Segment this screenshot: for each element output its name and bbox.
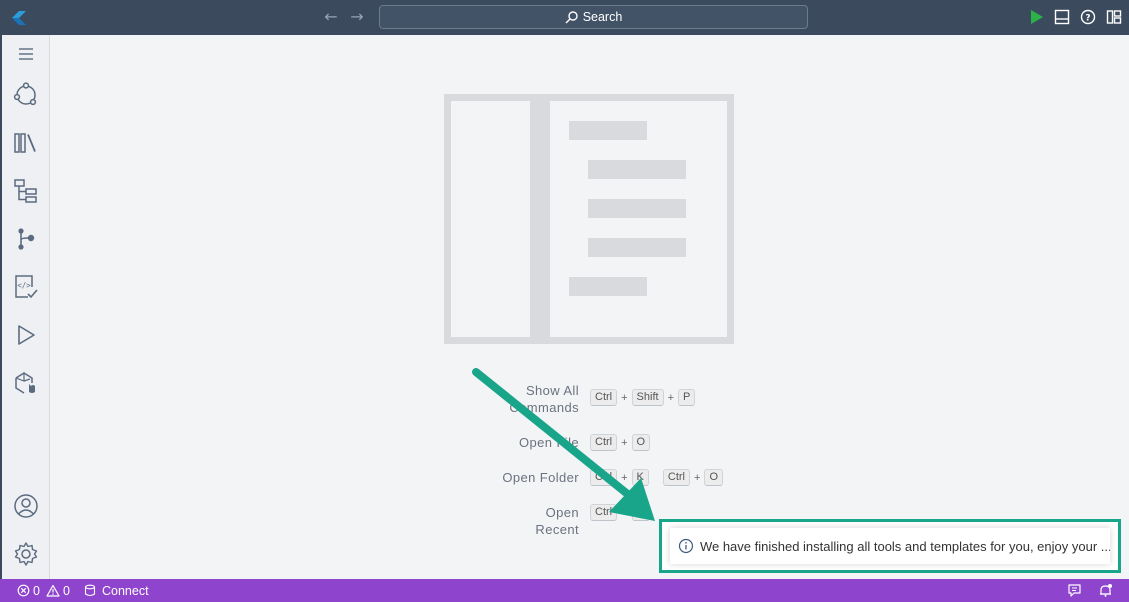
- error-icon: [17, 584, 30, 597]
- database-icon: [84, 584, 96, 597]
- forward-arrow-icon[interactable]: →: [348, 8, 366, 26]
- notification-message: We have finished installing all tools an…: [699, 538, 1110, 554]
- run-icon[interactable]: [1027, 8, 1045, 26]
- svg-text:?: ?: [1085, 14, 1090, 24]
- run-debug-icon[interactable]: [12, 321, 40, 349]
- search-icon: [565, 10, 578, 23]
- help-icon[interactable]: ?: [1079, 8, 1097, 26]
- status-bar: 0 0 Connect: [0, 579, 1129, 602]
- shortcut-label: Open File: [519, 435, 579, 450]
- app-logo-icon: [12, 11, 26, 25]
- shortcut-open-folder: Open Folder Ctrl + K Ctrl + O: [499, 469, 723, 486]
- extensions-icon[interactable]: [12, 369, 40, 397]
- account-icon[interactable]: [12, 492, 40, 520]
- search-box[interactable]: Search: [379, 5, 808, 29]
- key-cap: P: [678, 389, 696, 406]
- settings-gear-icon[interactable]: [12, 540, 40, 568]
- window-edge: [0, 35, 2, 579]
- problems-indicator[interactable]: 0 0: [17, 582, 70, 599]
- shortcut-label: Show All Commands: [509, 383, 579, 415]
- plus-sign: +: [621, 471, 628, 484]
- shortcut-label: Open Recent: [535, 505, 579, 537]
- warning-icon: [46, 584, 60, 597]
- outline-tree-icon[interactable]: [12, 177, 40, 205]
- menu-icon[interactable]: [12, 40, 40, 68]
- activity-bar: </>: [0, 35, 50, 579]
- panel-toggle-icon[interactable]: [1053, 8, 1071, 26]
- feedback-icon[interactable]: [1067, 583, 1082, 598]
- shortcut-label: Open Folder: [502, 470, 579, 485]
- error-count: 0: [33, 583, 40, 598]
- plus-sign: +: [621, 436, 628, 449]
- plus-sign: +: [621, 391, 628, 404]
- project-explorer-icon[interactable]: [12, 81, 40, 109]
- connect-label: Connect: [102, 583, 149, 598]
- library-icon[interactable]: [12, 129, 40, 157]
- plus-sign: +: [694, 471, 701, 484]
- plus-sign: +: [621, 506, 628, 519]
- info-icon: [678, 538, 694, 554]
- shortcut-open-recent: Open Recent Ctrl + R: [499, 504, 650, 538]
- key-cap: O: [704, 469, 723, 486]
- notifications-bell-icon[interactable]: [1098, 583, 1113, 598]
- warning-count: 0: [62, 583, 70, 598]
- notification-toast[interactable]: We have finished installing all tools an…: [670, 528, 1110, 564]
- layout-icon[interactable]: [1105, 8, 1123, 26]
- svg-text:</>: </>: [17, 281, 31, 290]
- source-control-icon[interactable]: [12, 225, 40, 253]
- plus-sign: +: [667, 391, 674, 404]
- key-cap: Ctrl: [590, 389, 618, 406]
- key-cap: Ctrl: [662, 469, 690, 486]
- empty-editor-watermark-icon: [444, 94, 734, 344]
- key-cap: K: [631, 469, 649, 486]
- connect-button[interactable]: Connect: [84, 582, 149, 599]
- key-cap: Ctrl: [590, 504, 618, 521]
- key-cap: R: [631, 504, 650, 521]
- back-arrow-icon[interactable]: ←: [322, 8, 340, 26]
- key-cap: Shift: [631, 389, 664, 406]
- shortcut-show-all-commands: Show All Commands Ctrl + Shift + P: [499, 382, 696, 416]
- key-cap: Ctrl: [590, 434, 618, 451]
- notification-highlight: We have finished installing all tools an…: [659, 519, 1121, 573]
- key-cap: O: [631, 434, 651, 451]
- title-bar: ← → Search ?: [0, 0, 1129, 35]
- search-label: Search: [582, 10, 623, 24]
- code-check-icon[interactable]: </>: [12, 273, 40, 301]
- shortcut-open-file: Open File Ctrl + O: [499, 434, 651, 451]
- key-cap: Ctrl: [590, 469, 618, 486]
